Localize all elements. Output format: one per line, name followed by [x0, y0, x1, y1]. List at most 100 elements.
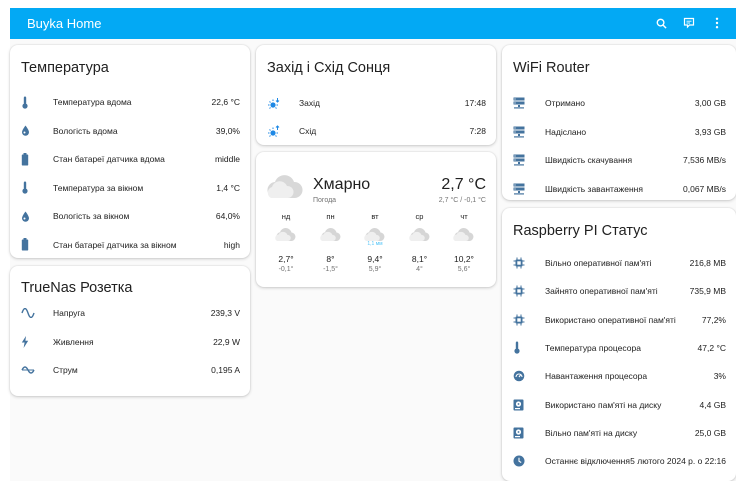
- forecast-low: 5,6°: [457, 266, 471, 273]
- raspberry-row-label: Навантаження процесора: [545, 371, 648, 382]
- disk-icon: [513, 399, 533, 411]
- forecast-high: 10,2°: [454, 254, 474, 264]
- temperature-row-value: 39,0%: [215, 125, 240, 136]
- raspberry-row[interactable]: Вільно оперативної пам'яті 216,8 MB: [513, 254, 726, 272]
- current-icon: [21, 366, 41, 374]
- raspberry-row-value: 77,2%: [701, 314, 726, 325]
- forecast-day: чт 10,2° 5,6°: [444, 212, 484, 273]
- sun-card-title: Захід і Схід Сонця: [267, 60, 391, 76]
- toolbar-actions: [654, 14, 724, 32]
- forecast-high: 8°: [326, 254, 335, 264]
- disk-icon: [513, 427, 533, 439]
- truenas-row-value: 0,195 A: [211, 365, 240, 375]
- temperature-row[interactable]: Вологість вдома 39,0%: [21, 122, 240, 140]
- temperature-card: Температура Температура вдома 22,6 °C Воло…: [10, 45, 250, 258]
- cloud-icon: [311, 228, 351, 248]
- wifi-row[interactable]: Швидкість скачування 7,536 MB/s: [513, 151, 726, 169]
- cloud-icon: [400, 228, 440, 248]
- raspberry-row[interactable]: Використано пам'яті на диску 4,4 GB: [513, 396, 726, 414]
- sunrise-icon: [267, 124, 287, 138]
- router-icon: [513, 126, 533, 138]
- lightning-icon: [21, 335, 41, 348]
- forecast-low: -0,1°: [278, 266, 294, 273]
- dashboard-canvas: Температура Температура вдома 22,6 °C Воло…: [10, 39, 736, 481]
- clock-icon: [513, 455, 533, 467]
- temperature-row[interactable]: Стан батареї датчика за вікном high: [21, 236, 240, 254]
- temperature-row[interactable]: Стан батареї датчика вдома middle: [21, 150, 240, 168]
- cloud-icon: [444, 228, 484, 248]
- forecast-high: 8,1°: [411, 254, 428, 264]
- wifi-row[interactable]: Надіслано 3,93 GB: [513, 123, 726, 141]
- forecast-low: -1,5°: [323, 266, 338, 273]
- app-title: Buyka Home: [27, 16, 102, 31]
- truenas-row-value: 22,9 W: [213, 336, 240, 347]
- sun-row-value: 17:48: [464, 98, 486, 108]
- battery-icon: [21, 238, 41, 251]
- temperature-row[interactable]: Температура за вікном 1,4 °C: [21, 179, 240, 197]
- raspberry-row[interactable]: Температура процесора 47,2 °C: [513, 339, 726, 357]
- sun-row[interactable]: Схід 7:28: [267, 122, 486, 140]
- assist-icon[interactable]: [682, 14, 696, 32]
- raspberry-row-value: 4,4 GB: [699, 399, 726, 410]
- forecast-day-name: чт: [460, 212, 468, 221]
- truenas-row[interactable]: Напруга 239,3 V: [21, 304, 240, 322]
- wifi-row-label: Швидкість завантаження: [545, 183, 643, 194]
- search-icon[interactable]: [654, 14, 668, 32]
- top-app-bar: Buyka Home: [10, 8, 736, 39]
- forecast-day: вт 1,1 мм 9,4° 5,9°: [355, 212, 395, 273]
- raspberry-row-label: Використано оперативної пам'яті: [545, 314, 676, 325]
- memory-chip-icon: [513, 285, 533, 297]
- battery-icon: [21, 152, 41, 166]
- wifi-row-label: Швидкість скачування: [545, 155, 633, 165]
- temperature-row-value: 1,4 °C: [216, 182, 240, 193]
- raspberry-row[interactable]: Останнє відключення 5 лютого 2024 р. о 22…: [513, 452, 726, 470]
- raspberry-row[interactable]: Зайнято оперативної пам'яті 735,9 MB: [513, 282, 726, 300]
- raspberry-row-label: Останнє відключення: [545, 456, 630, 467]
- temperature-row-label: Температура за вікном: [53, 182, 144, 193]
- weather-card[interactable]: Хмарно Погода 2,7 °C 2,7 °C / -0,1 °C нд…: [256, 152, 496, 287]
- truenas-row-label: Живлення: [53, 336, 94, 347]
- weather-subtitle: Погода: [313, 197, 337, 204]
- forecast-precipitation: 1,1 мм: [367, 241, 383, 247]
- menu-dots-icon[interactable]: [710, 14, 724, 32]
- raspberry-row-value: 216,8 MB: [689, 258, 726, 268]
- wifi-row[interactable]: Швидкість завантаження 0,067 MB/s: [513, 180, 726, 198]
- temperature-row-value: high: [223, 239, 240, 250]
- thermometer-icon: [21, 181, 41, 194]
- sun-row[interactable]: Захід 17:48: [267, 94, 486, 112]
- wifi-row-value: 0,067 MB/s: [683, 183, 726, 194]
- raspberry-row-value: 47,2 °C: [697, 342, 726, 353]
- wifi-card-title: WiFi Router: [513, 60, 590, 76]
- raspberry-row-value: 735,9 MB: [689, 286, 726, 297]
- forecast-high: 2,7°: [278, 254, 294, 264]
- cloud-icon: 1,1 мм: [355, 228, 395, 248]
- memory-chip-icon: [513, 257, 533, 269]
- temperature-row[interactable]: Температура вдома 22,6 °C: [21, 93, 240, 111]
- raspberry-card-title: Raspberry PI Статус: [513, 223, 648, 239]
- forecast-day: нд 2,7° -0,1°: [266, 212, 306, 273]
- truenas-card-title: TrueNas Розетка: [21, 280, 133, 296]
- router-icon: [513, 154, 533, 166]
- raspberry-row-value: 25,0 GB: [694, 427, 726, 438]
- wifi-row-value: 3,00 GB: [694, 98, 726, 108]
- temperature-row[interactable]: Вологість за вікном 64,0%: [21, 207, 240, 225]
- weather-temperature: 2,7 °C: [441, 176, 486, 193]
- raspberry-row[interactable]: Навантаження процесора 3%: [513, 367, 726, 385]
- cpu-gauge-icon: [513, 370, 533, 382]
- temperature-row-label: Температура вдома: [53, 97, 132, 107]
- truenas-row[interactable]: Струм 0,195 A: [21, 361, 240, 379]
- truenas-row-value: 239,3 V: [210, 308, 240, 318]
- raspberry-row[interactable]: Використано оперативної пам'яті 77,2%: [513, 311, 726, 329]
- raspberry-card: Raspberry PI Статус Вільно оперативної п…: [502, 208, 736, 481]
- temperature-row-label: Стан батареї датчика за вікном: [53, 239, 177, 250]
- wifi-row[interactable]: Отримано 3,00 GB: [513, 94, 726, 112]
- raspberry-row-label: Використано пам'яті на диску: [545, 399, 662, 410]
- forecast-day-name: вт: [371, 212, 379, 221]
- wifi-row-label: Отримано: [545, 98, 585, 108]
- forecast-low: 5,9°: [368, 266, 382, 273]
- sine-wave-icon: [21, 308, 41, 318]
- temperature-row-value: 64,0%: [215, 211, 240, 221]
- truenas-row-label: Напруга: [53, 308, 85, 318]
- truenas-row[interactable]: Живлення 22,9 W: [21, 333, 240, 351]
- raspberry-row[interactable]: Вільно пам'яті на диску 25,0 GB: [513, 424, 726, 442]
